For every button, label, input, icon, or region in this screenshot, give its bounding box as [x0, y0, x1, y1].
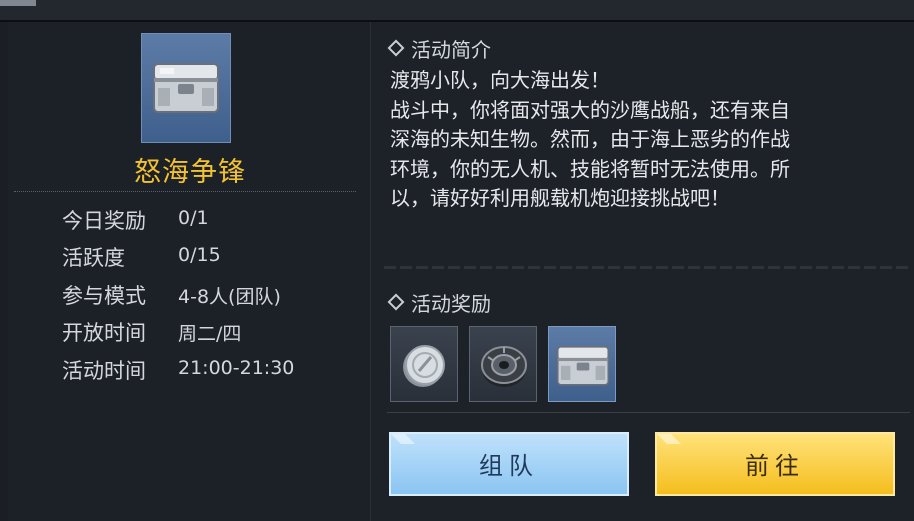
go-button[interactable]: 前往 [655, 432, 895, 496]
intro-line: 战斗中，你将面对强大的沙鹰战船，还有来自 [390, 97, 790, 122]
info-label: 今日奖励 [62, 209, 146, 233]
intro-line: 环境，你的无人机、技能将暂时无法使用。所 [390, 156, 790, 181]
reward-slot-coin[interactable] [390, 326, 458, 402]
intro-title-text: 活动简介 [411, 38, 491, 62]
gear-part-icon [481, 346, 527, 387]
supply-chest-icon [153, 63, 219, 113]
info-label: 活跃度 [62, 246, 125, 270]
section-divider [384, 266, 912, 269]
info-value: 0/1 [178, 207, 209, 229]
info-value: 周二/四 [178, 323, 242, 345]
silver-coin-icon [403, 345, 445, 387]
intro-line: 深海的未知生物。然而，由于海上恶劣的作战 [390, 127, 790, 151]
diamond-bullet-icon [387, 293, 405, 311]
top-bar-tab [0, 0, 36, 6]
reward-slot-part[interactable] [469, 326, 537, 402]
rewards-divider [387, 412, 910, 413]
intro-line: 渡鸦小队，向大海出发！ [390, 68, 610, 92]
info-label: 开放时间 [62, 321, 146, 345]
intro-section-title: 活动简介 [387, 34, 491, 63]
reward-slot-chest[interactable] [548, 326, 616, 402]
team-up-button[interactable]: 组队 [389, 432, 629, 496]
button-corner-stripe [657, 434, 681, 444]
go-label: 前往 [745, 452, 805, 480]
info-label: 参与模式 [62, 284, 146, 308]
diamond-bullet-icon [387, 39, 405, 57]
info-value: 0/15 [178, 244, 221, 266]
button-corner-stripe [391, 434, 415, 444]
rewards-title-text: 活动奖励 [411, 292, 491, 316]
rewards-section-title: 活动奖励 [387, 288, 491, 317]
team-up-label: 组队 [479, 452, 539, 480]
info-value: 4-8人(团队) [178, 286, 281, 308]
intro-line: 以，请好好利用舰载机炮迎接挑战吧！ [390, 186, 730, 210]
intro-description: 渡鸦小队，向大海出发！ 战斗中，你将面对强大的沙鹰战船，还有来自 深海的未知生物… [390, 66, 910, 214]
activity-title: 怒海争锋 [134, 157, 246, 188]
info-divider [14, 191, 356, 192]
top-bar [0, 0, 914, 20]
info-label: 活动时间 [62, 359, 146, 383]
supply-chest-icon [556, 346, 610, 386]
info-value: 21:00-21:30 [178, 357, 295, 379]
